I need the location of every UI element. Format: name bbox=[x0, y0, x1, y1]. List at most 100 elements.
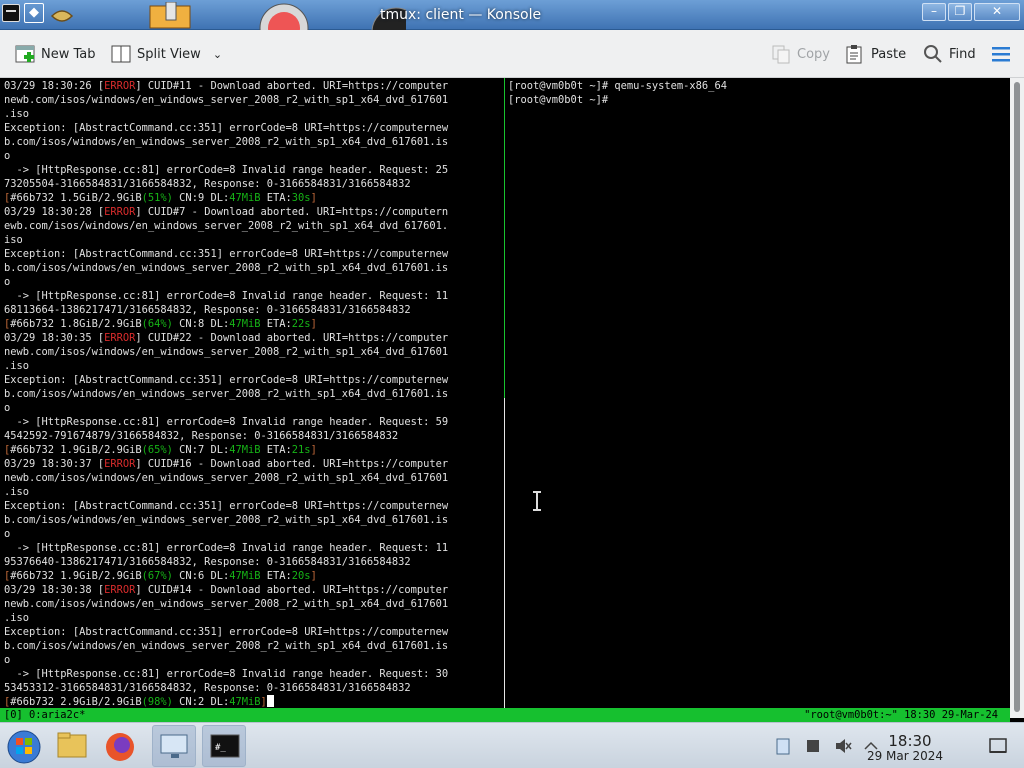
konsole-toolbar: New Tab Split View ⌄ Copy Paste Find bbox=[0, 30, 1024, 78]
terminal-text: iso bbox=[4, 234, 23, 246]
konsole-app-icon[interactable] bbox=[2, 4, 20, 22]
copy-button[interactable]: Copy bbox=[770, 42, 830, 66]
terminal-line: Exception: [AbstractCommand.cc:351] erro… bbox=[4, 121, 502, 135]
split-view-button[interactable]: Split View ⌄ bbox=[110, 42, 222, 66]
terminal-text: 30s bbox=[291, 192, 311, 204]
terminal-text: 47MiB bbox=[229, 444, 261, 456]
terminal-line: o bbox=[4, 275, 502, 289]
terminal-text: b.com/isos/windows/en_windows_server_200… bbox=[4, 388, 449, 400]
terminal-text: 20s bbox=[291, 570, 311, 582]
terminal-line: 73205504-3166584831/3166584832, Response… bbox=[4, 177, 502, 191]
terminal-text: ] CUID#7 - Download aborted. URI=https:/… bbox=[135, 206, 449, 218]
terminal-text: ] CUID#14 - Download aborted. URI=https:… bbox=[135, 584, 449, 596]
terminal-line: Exception: [AbstractCommand.cc:351] erro… bbox=[4, 499, 502, 513]
close-button[interactable]: ✕ bbox=[974, 3, 1020, 21]
terminal-prompt-line: [root@vm0b0t ~]# bbox=[508, 93, 1008, 107]
terminal-text: -> [HttpResponse.cc:81] errorCode=8 Inva… bbox=[4, 668, 449, 680]
terminal-text: ] bbox=[310, 570, 317, 582]
terminal-line: [#66b732 1.5GiB/2.9GiB(51%) CN:9 DL:47Mi… bbox=[4, 191, 502, 205]
terminal-text: ewb.com/isos/windows/en_windows_server_2… bbox=[4, 220, 449, 232]
terminal-text: newb.com/isos/windows/en_windows_server_… bbox=[4, 472, 449, 484]
window-title: tmux: client — Konsole bbox=[380, 7, 542, 23]
terminal-line: o bbox=[4, 653, 502, 667]
scrollbar-thumb[interactable] bbox=[1014, 82, 1020, 712]
terminal-text: ETA: bbox=[260, 192, 292, 204]
tmux-status-bar: [0] 0:aria2c* "root@vm0b0t:~" 18:30 29-M… bbox=[0, 708, 1010, 722]
hamburger-menu-icon bbox=[992, 47, 1010, 62]
file-manager-button[interactable] bbox=[50, 725, 94, 767]
terminal-text: ERROR bbox=[104, 332, 136, 344]
folder-icon bbox=[57, 732, 87, 758]
new-tab-icon bbox=[14, 43, 36, 65]
tmux-status-right: "root@vm0b0t:~" 18:30 29-Mar-24 bbox=[804, 709, 998, 721]
monitor-icon bbox=[160, 734, 188, 758]
terminal-text: Exception: [AbstractCommand.cc:351] erro… bbox=[4, 500, 449, 512]
firefox-button[interactable] bbox=[98, 725, 142, 767]
terminal-text: b.com/isos/windows/en_windows_server_200… bbox=[4, 262, 449, 274]
terminal-line: .iso bbox=[4, 485, 502, 499]
terminal-text: newb.com/isos/windows/en_windows_server_… bbox=[4, 598, 449, 610]
terminal-view[interactable]: 03/29 18:30:26 [ERROR] CUID#11 - Downloa… bbox=[0, 78, 1010, 708]
terminal-text: ERROR bbox=[104, 80, 136, 92]
terminal-text: 47MiB bbox=[229, 570, 261, 582]
terminal-line: [#66b732 1.9GiB/2.9GiB(65%) CN:7 DL:47Mi… bbox=[4, 443, 502, 457]
terminal-line: b.com/isos/windows/en_windows_server_200… bbox=[4, 261, 502, 275]
search-icon bbox=[922, 43, 944, 65]
clock-time[interactable]: 18:30 bbox=[870, 732, 950, 750]
terminal-line: newb.com/isos/windows/en_windows_server_… bbox=[4, 345, 502, 359]
terminal-text: ] bbox=[310, 318, 317, 330]
terminal-line: -> [HttpResponse.cc:81] errorCode=8 Inva… bbox=[4, 163, 502, 177]
start-orb-icon bbox=[7, 730, 41, 764]
terminal-text: 47MiB bbox=[229, 192, 261, 204]
terminal-text: (65%) bbox=[141, 444, 173, 456]
terminal-cursor bbox=[266, 695, 274, 707]
terminal-text: b.com/isos/windows/en_windows_server_200… bbox=[4, 514, 449, 526]
terminal-text: b.com/isos/windows/en_windows_server_200… bbox=[4, 640, 449, 652]
terminal-line: Exception: [AbstractCommand.cc:351] erro… bbox=[4, 247, 502, 261]
new-tab-label: New Tab bbox=[41, 46, 96, 62]
terminal-text: -> [HttpResponse.cc:81] errorCode=8 Inva… bbox=[4, 416, 449, 428]
pane-divider bbox=[504, 398, 505, 708]
terminal-line: Exception: [AbstractCommand.cc:351] erro… bbox=[4, 373, 502, 387]
tmux-right-pane[interactable]: [root@vm0b0t ~]# qemu-system-x86_64 [roo… bbox=[508, 78, 1008, 708]
show-desktop-icon[interactable] bbox=[988, 736, 1007, 754]
terminal-text: (51%) bbox=[141, 192, 173, 204]
terminal-line: newb.com/isos/windows/en_windows_server_… bbox=[4, 471, 502, 485]
volume-muted-icon[interactable] bbox=[834, 737, 852, 755]
minimize-button[interactable]: – bbox=[922, 3, 946, 21]
tmux-window-list[interactable]: [0] 0:aria2c* bbox=[4, 708, 85, 722]
clipboard-tray-icon[interactable] bbox=[774, 737, 792, 755]
terminal-text: 03/29 18:30:35 [ bbox=[4, 332, 105, 344]
pane-divider bbox=[504, 78, 505, 398]
terminal-line: b.com/isos/windows/en_windows_server_200… bbox=[4, 135, 502, 149]
start-menu-button[interactable] bbox=[2, 725, 46, 767]
terminal-line: ewb.com/isos/windows/en_windows_server_2… bbox=[4, 219, 502, 233]
hamburger-menu-button[interactable] bbox=[990, 42, 1012, 66]
terminal-text: o bbox=[4, 654, 11, 666]
terminal-line: 68113664-1386217471/3166584832, Response… bbox=[4, 303, 502, 317]
terminal-prompt: [root@vm0b0t ~]# bbox=[508, 94, 615, 106]
konsole-taskbar-button[interactable]: #_ bbox=[202, 725, 246, 767]
new-tab-button[interactable]: New Tab bbox=[14, 42, 96, 66]
copy-label: Copy bbox=[797, 46, 830, 62]
remote-desktop-button[interactable] bbox=[152, 725, 196, 767]
find-button[interactable]: Find bbox=[922, 42, 976, 66]
maximize-button[interactable]: ❐ bbox=[948, 3, 972, 21]
terminal-line: b.com/isos/windows/en_windows_server_200… bbox=[4, 513, 502, 527]
terminal-line: 4542592-791674879/3166584832, Response: … bbox=[4, 429, 502, 443]
tmux-left-pane[interactable]: 03/29 18:30:26 [ERROR] CUID#11 - Downloa… bbox=[4, 78, 502, 708]
terminal-text: o bbox=[4, 402, 11, 414]
chevron-down-icon[interactable]: ⌄ bbox=[213, 48, 222, 61]
terminal-line: newb.com/isos/windows/en_windows_server_… bbox=[4, 597, 502, 611]
terminal-scrollbar[interactable] bbox=[1010, 78, 1024, 718]
clock-date[interactable]: 29 Mar 2024 bbox=[860, 749, 950, 763]
terminal-line: b.com/isos/windows/en_windows_server_200… bbox=[4, 639, 502, 653]
terminal-text: ] CUID#16 - Download aborted. URI=https:… bbox=[135, 458, 449, 470]
window-menu-icon[interactable]: ◆ bbox=[24, 3, 44, 23]
terminal-text: 03/29 18:30:38 [ bbox=[4, 584, 105, 596]
firefox-icon bbox=[106, 733, 134, 761]
device-notifier-icon[interactable] bbox=[804, 737, 822, 755]
paste-button[interactable]: Paste bbox=[844, 42, 906, 66]
terminal-text: Exception: [AbstractCommand.cc:351] erro… bbox=[4, 248, 449, 260]
window-titlebar[interactable]: ◆ tmux: client — Konsole – ❐ ✕ bbox=[0, 0, 1024, 30]
